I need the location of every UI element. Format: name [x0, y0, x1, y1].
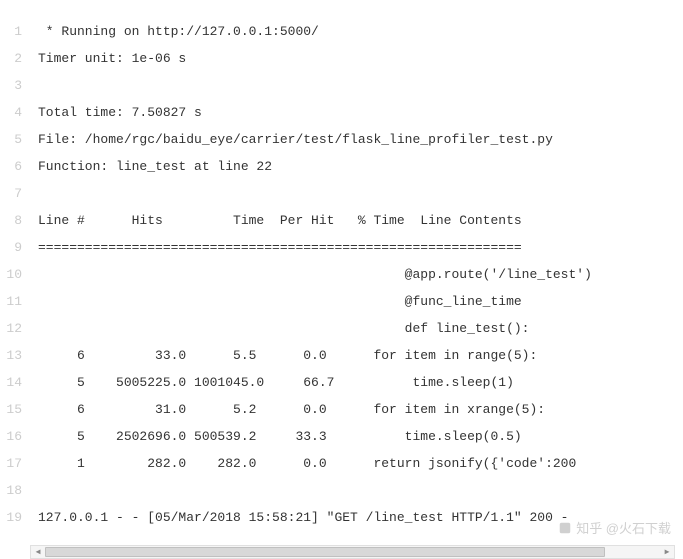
code-line: 5 2502696.0 500539.2 33.3 time.sleep(0.5…	[38, 423, 683, 450]
line-number: 17	[4, 450, 22, 477]
line-number: 3	[4, 72, 22, 99]
code-line: * Running on http://127.0.0.1:5000/	[38, 18, 683, 45]
code-line: 6 31.0 5.2 0.0 for item in xrange(5):	[38, 396, 683, 423]
line-number: 8	[4, 207, 22, 234]
code-line	[38, 477, 683, 504]
code-area: * Running on http://127.0.0.1:5000/Timer…	[30, 0, 683, 559]
line-number-gutter: 12345678910111213141516171819	[0, 0, 30, 559]
line-number: 1	[4, 18, 22, 45]
code-line: 5 5005225.0 1001045.0 66.7 time.sleep(1)	[38, 369, 683, 396]
code-line: 6 33.0 5.5 0.0 for item in range(5):	[38, 342, 683, 369]
code-line: Function: line_test at line 22	[38, 153, 683, 180]
line-number: 4	[4, 99, 22, 126]
code-line: Total time: 7.50827 s	[38, 99, 683, 126]
scrollbar-track[interactable]	[45, 546, 660, 558]
code-line	[38, 180, 683, 207]
line-number: 6	[4, 153, 22, 180]
code-block: 12345678910111213141516171819 * Running …	[0, 0, 683, 559]
code-line: @app.route('/line_test')	[38, 261, 683, 288]
scrollbar-thumb[interactable]	[45, 547, 605, 557]
scroll-right-arrow[interactable]: ▶	[660, 545, 674, 559]
code-line: def line_test():	[38, 315, 683, 342]
line-number: 15	[4, 396, 22, 423]
code-line: 1 282.0 282.0 0.0 return jsonify({'code'…	[38, 450, 683, 477]
code-line: Timer unit: 1e-06 s	[38, 45, 683, 72]
scroll-left-arrow[interactable]: ◀	[31, 545, 45, 559]
code-line	[38, 72, 683, 99]
code-line: File: /home/rgc/baidu_eye/carrier/test/f…	[38, 126, 683, 153]
line-number: 9	[4, 234, 22, 261]
line-number: 5	[4, 126, 22, 153]
line-number: 18	[4, 477, 22, 504]
code-line: ========================================…	[38, 234, 683, 261]
line-number: 16	[4, 423, 22, 450]
code-line: Line # Hits Time Per Hit % Time Line Con…	[38, 207, 683, 234]
line-number: 12	[4, 315, 22, 342]
line-number: 2	[4, 45, 22, 72]
line-number: 11	[4, 288, 22, 315]
horizontal-scrollbar[interactable]: ◀ ▶	[30, 545, 675, 559]
line-number: 10	[4, 261, 22, 288]
line-number: 7	[4, 180, 22, 207]
line-number: 14	[4, 369, 22, 396]
code-line: 127.0.0.1 - - [05/Mar/2018 15:58:21] "GE…	[38, 504, 683, 531]
line-number: 19	[4, 504, 22, 531]
code-line: @func_line_time	[38, 288, 683, 315]
code-content: * Running on http://127.0.0.1:5000/Timer…	[30, 18, 683, 531]
line-number: 13	[4, 342, 22, 369]
